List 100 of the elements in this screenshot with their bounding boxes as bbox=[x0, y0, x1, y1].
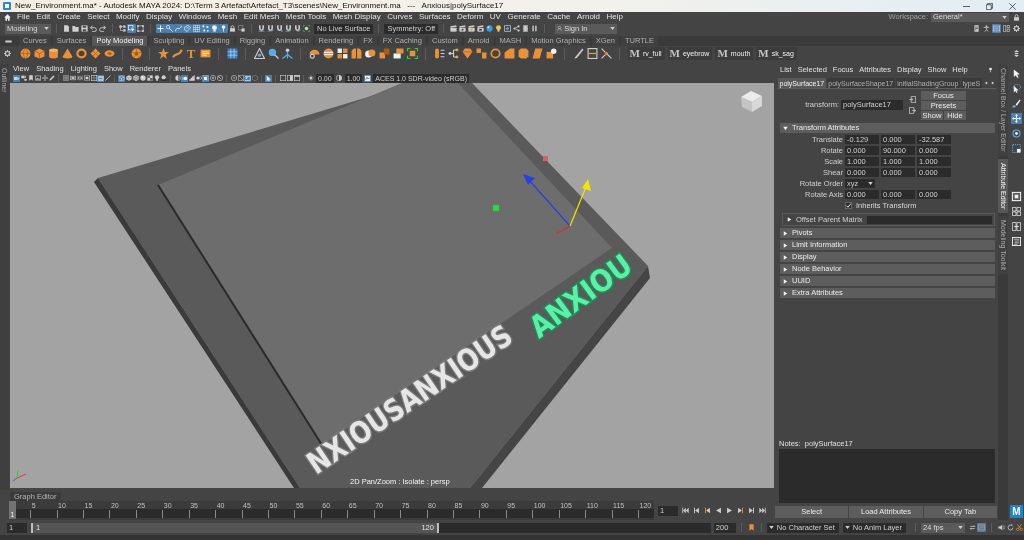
framed-circle-icon[interactable] bbox=[504, 25, 512, 32]
curve-stroke-icon[interactable] bbox=[171, 48, 183, 59]
menu-item[interactable]: Cache bbox=[547, 13, 571, 21]
arrow-out-box-icon[interactable] bbox=[909, 107, 916, 114]
star-icon[interactable] bbox=[157, 48, 169, 59]
stacked-blocks-icon[interactable] bbox=[392, 48, 404, 59]
split-square-icon[interactable] bbox=[286, 75, 293, 81]
menu-item[interactable]: Modify bbox=[115, 13, 140, 21]
cylinder-icon[interactable] bbox=[47, 48, 59, 59]
octagon-icon[interactable] bbox=[517, 48, 529, 59]
list-panel-icon[interactable] bbox=[992, 24, 1001, 33]
play-icon[interactable] bbox=[726, 507, 733, 514]
matrix-field[interactable] bbox=[866, 215, 992, 224]
wireframe-cube-icon[interactable] bbox=[118, 74, 125, 82]
menu-item[interactable]: Create bbox=[56, 13, 81, 21]
node-tree-icon[interactable] bbox=[447, 48, 459, 59]
notes-field[interactable] bbox=[779, 449, 995, 503]
menu-item[interactable]: Curves bbox=[387, 13, 413, 21]
left-arrow-icon[interactable] bbox=[984, 79, 989, 86]
half-sphere-icon[interactable] bbox=[308, 48, 320, 59]
menu-item[interactable]: Surfaces bbox=[419, 13, 451, 21]
checkered-squares-icon[interactable] bbox=[336, 48, 348, 59]
image-icon[interactable] bbox=[34, 75, 41, 81]
refresh-icon[interactable] bbox=[1007, 524, 1014, 531]
menu-item[interactable]: Deform bbox=[457, 13, 484, 21]
framed-square-icon[interactable] bbox=[202, 74, 209, 82]
shader-ball-icon[interactable] bbox=[486, 25, 494, 32]
scissors-icon[interactable] bbox=[1016, 524, 1023, 531]
shiny-sphere-icon[interactable] bbox=[139, 75, 146, 81]
menu-item[interactable]: Generate bbox=[507, 13, 541, 21]
striped-sphere-icon[interactable] bbox=[322, 48, 334, 59]
lock-icon[interactable] bbox=[229, 25, 236, 32]
split-rectangle-icon[interactable] bbox=[586, 48, 598, 59]
menu-item[interactable]: Edit Mesh bbox=[243, 13, 280, 21]
sphere-icon[interactable] bbox=[19, 48, 31, 59]
menu-item[interactable]: UV bbox=[489, 13, 501, 21]
checker-icon[interactable] bbox=[146, 75, 153, 81]
square-pair-icon[interactable] bbox=[378, 48, 390, 59]
square-outline-icon[interactable] bbox=[279, 75, 286, 81]
connected-squares-icon[interactable] bbox=[119, 25, 126, 32]
speed-lines-icon[interactable] bbox=[181, 74, 188, 82]
pause-icon[interactable] bbox=[531, 25, 539, 32]
split-block-icon[interactable] bbox=[350, 48, 362, 59]
shaded-cube-icon[interactable] bbox=[125, 75, 132, 81]
single-pane-icon[interactable] bbox=[1011, 191, 1022, 202]
folder-icon[interactable] bbox=[72, 25, 79, 32]
human-figure-icon[interactable] bbox=[983, 25, 990, 32]
move-arrows-icon[interactable] bbox=[1011, 113, 1022, 124]
crosshair-square-icon[interactable] bbox=[90, 75, 97, 81]
circle-disc-icon[interactable] bbox=[209, 75, 216, 81]
menu-item[interactable]: Windows bbox=[178, 13, 212, 21]
cursor-arrow-icon[interactable] bbox=[265, 74, 272, 82]
grid-tile-icon[interactable] bbox=[226, 48, 238, 59]
dashed-frame-icon[interactable] bbox=[76, 75, 83, 81]
checkbox[interactable] bbox=[845, 202, 852, 209]
bracketed-circle-icon[interactable] bbox=[303, 25, 310, 32]
cursor-arrow-icon[interactable] bbox=[1011, 68, 1022, 79]
redo-icon[interactable] bbox=[99, 25, 106, 32]
masked-frame-icon[interactable] bbox=[83, 75, 90, 81]
pin-icon[interactable] bbox=[219, 24, 228, 33]
magnifier-icon[interactable] bbox=[267, 48, 279, 59]
menu-item[interactable]: Display bbox=[146, 13, 173, 21]
loop-icon[interactable] bbox=[969, 524, 976, 531]
filled-frame-icon[interactable] bbox=[69, 75, 76, 81]
clapperboard-icon[interactable] bbox=[450, 25, 458, 32]
skip-to-end-icon[interactable] bbox=[759, 507, 766, 514]
page-icon[interactable] bbox=[63, 25, 70, 32]
dashed-square-icon[interactable] bbox=[238, 25, 245, 32]
type-tool-icon[interactable]: T bbox=[185, 48, 197, 59]
settings-icon[interactable] bbox=[1013, 25, 1020, 32]
wedge-icon[interactable] bbox=[503, 48, 515, 59]
menu-item[interactable]: Select bbox=[87, 13, 110, 21]
minimize-icon[interactable] bbox=[963, 5, 970, 7]
cross-icon[interactable] bbox=[156, 24, 165, 33]
diamond-icon[interactable] bbox=[89, 48, 101, 59]
right-arrow-icon[interactable] bbox=[990, 79, 995, 86]
cross-dot-icon[interactable] bbox=[600, 48, 612, 59]
half-circle-icon[interactable] bbox=[336, 75, 343, 81]
bookmark-icon[interactable] bbox=[747, 524, 755, 531]
ball-stick-icon[interactable] bbox=[165, 24, 174, 33]
magnet-plane-icon[interactable] bbox=[285, 25, 292, 32]
menu-item[interactable]: Help bbox=[606, 13, 623, 21]
magnet-slope-icon[interactable] bbox=[294, 25, 301, 32]
cube-icon[interactable] bbox=[33, 48, 45, 59]
pin-icon[interactable] bbox=[988, 67, 993, 73]
square-circle-icon[interactable] bbox=[545, 48, 557, 59]
tripod-icon[interactable] bbox=[281, 48, 293, 59]
skip-to-start-icon[interactable] bbox=[682, 507, 689, 514]
lined-tile-icon[interactable] bbox=[199, 48, 211, 59]
light-bulb-icon[interactable] bbox=[153, 75, 160, 81]
clapperboard-circle-icon[interactable] bbox=[459, 25, 467, 32]
two-panes-icon[interactable] bbox=[1011, 221, 1022, 232]
grid-icon[interactable] bbox=[62, 75, 69, 81]
brush-icon[interactable] bbox=[1011, 98, 1022, 109]
curve-icon[interactable] bbox=[174, 24, 183, 33]
previous-key-icon[interactable] bbox=[704, 507, 711, 514]
offset-blocks-icon[interactable] bbox=[475, 48, 487, 59]
menu-bar-icon[interactable] bbox=[5, 37, 12, 45]
particles-icon[interactable] bbox=[201, 24, 210, 33]
restore-icon[interactable] bbox=[986, 2, 993, 10]
